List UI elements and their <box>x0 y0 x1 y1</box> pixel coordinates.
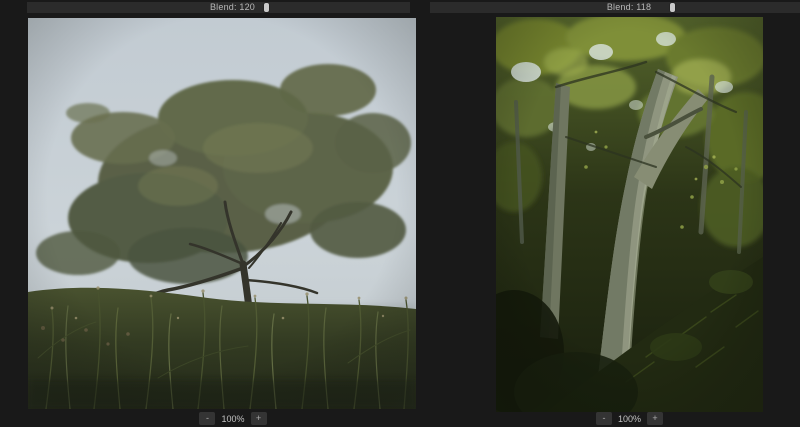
zoom-out-button-left[interactable]: - <box>199 412 216 425</box>
zoom-level-right: 100% <box>617 413 642 424</box>
zoom-in-button-left[interactable]: + <box>250 412 267 425</box>
foggy-tree-photo <box>28 18 416 409</box>
photo-editor-workspace: Blend: 120 - 100% + Blend: 118 - 100% + <box>0 0 800 427</box>
zoom-level-left: 100% <box>221 413 245 424</box>
zoom-controls-right: - 100% + <box>496 411 763 426</box>
zoom-out-button-right[interactable]: - <box>595 412 612 425</box>
blend-value-label-right: Blend: 118 <box>606 2 652 12</box>
blend-slider-left[interactable]: Blend: 120 <box>27 2 410 13</box>
photo-canvas-left[interactable] <box>28 18 416 409</box>
photo-canvas-right[interactable] <box>496 17 763 412</box>
blend-slider-right[interactable]: Blend: 118 <box>430 2 800 13</box>
blend-slider-thumb-left[interactable] <box>264 3 270 12</box>
zoom-controls-left: - 100% + <box>39 411 427 426</box>
zoom-in-button-right[interactable]: + <box>647 412 664 425</box>
blend-slider-thumb-right[interactable] <box>670 3 676 12</box>
blend-value-label-left: Blend: 120 <box>209 2 256 12</box>
forest-beech-photo <box>496 17 763 412</box>
